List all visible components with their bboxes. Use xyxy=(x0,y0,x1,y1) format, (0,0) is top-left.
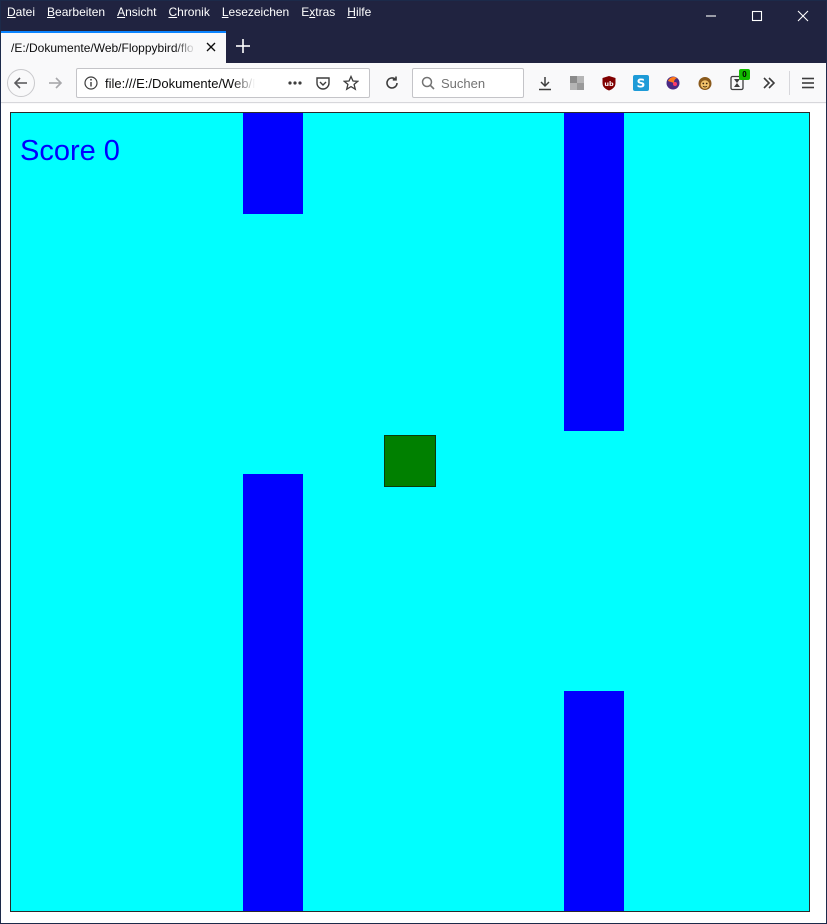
svg-text:ub: ub xyxy=(604,80,614,88)
url-text[interactable]: file:///E:/Dokumente/Web/Floppybird/flop… xyxy=(105,76,255,91)
menu-hilfe[interactable]: Hilfe xyxy=(347,5,371,19)
pipe-top-2 xyxy=(564,113,624,431)
pipe-top-1 xyxy=(243,113,303,214)
forward-button[interactable] xyxy=(41,69,69,97)
close-icon xyxy=(797,10,809,22)
svg-text:S: S xyxy=(637,77,646,91)
page-viewport: Score 0 xyxy=(1,104,826,923)
menu-bearbeiten[interactable]: Bearbeiten xyxy=(47,5,105,19)
menu-lesezeichen[interactable]: Lesezeichen xyxy=(222,5,289,19)
library-icon[interactable] xyxy=(567,73,587,93)
tab-title: /E:/Dokumente/Web/Floppybird/flo xyxy=(11,41,194,55)
greasemonkey-icon[interactable] xyxy=(695,73,715,93)
pocket-icon[interactable] xyxy=(309,73,337,93)
window-controls xyxy=(688,1,826,31)
search-input[interactable] xyxy=(441,75,519,91)
menu-datei[interactable]: Datei xyxy=(7,5,35,19)
maximize-button[interactable] xyxy=(734,1,780,31)
search-bar[interactable] xyxy=(412,68,524,98)
page-actions-icon[interactable] xyxy=(281,73,309,93)
tab-floppybird[interactable]: /E:/Dokumente/Web/Floppybird/flo xyxy=(1,31,226,63)
maximize-icon xyxy=(751,10,763,22)
score-label: Score xyxy=(20,135,96,167)
back-button[interactable] xyxy=(7,69,35,97)
menu-bar: Datei Bearbeiten Ansicht Chronik Lesezei… xyxy=(7,5,383,19)
extension-s-icon[interactable]: S xyxy=(631,73,651,93)
reload-icon xyxy=(386,76,398,89)
minimize-button[interactable] xyxy=(688,1,734,31)
hourglass-extension-icon[interactable]: 0 xyxy=(727,69,750,93)
menu-extras[interactable]: Extras xyxy=(301,5,335,19)
arrow-left-icon xyxy=(13,77,27,89)
bookmark-star-icon[interactable] xyxy=(337,73,365,93)
pipe-bottom-2 xyxy=(564,691,624,911)
firefox-extension-icon[interactable] xyxy=(663,73,683,93)
navigation-toolbar: file:///E:/Dokumente/Web/Floppybird/flop… xyxy=(1,63,826,103)
url-bar[interactable]: file:///E:/Dokumente/Web/Floppybird/flop… xyxy=(76,68,370,98)
downloads-icon[interactable] xyxy=(535,73,555,93)
menu-chronik[interactable]: Chronik xyxy=(168,5,209,19)
bird-player xyxy=(384,435,436,487)
menu-ansicht[interactable]: Ansicht xyxy=(117,5,156,19)
hamburger-menu-icon[interactable] xyxy=(798,73,818,93)
close-icon xyxy=(206,42,216,52)
score-value: 0 xyxy=(103,135,120,167)
search-icon xyxy=(421,76,435,90)
reload-button[interactable] xyxy=(378,69,406,97)
title-bar: Datei Bearbeiten Ansicht Chronik Lesezei… xyxy=(1,1,826,31)
score-display: Score 0 xyxy=(20,135,128,168)
ublock-origin-icon[interactable]: ub xyxy=(599,73,619,93)
extension-badge: 0 xyxy=(739,69,750,80)
tab-strip: /E:/Dokumente/Web/Floppybird/flo xyxy=(1,31,826,63)
info-icon[interactable] xyxy=(77,76,105,90)
new-tab-button[interactable] xyxy=(234,37,252,55)
close-window-button[interactable] xyxy=(780,1,826,31)
minimize-icon xyxy=(706,15,716,17)
url-actions xyxy=(281,73,365,93)
browser-window: Datei Bearbeiten Ansicht Chronik Lesezei… xyxy=(0,0,827,924)
plus-icon xyxy=(236,39,250,53)
game-canvas[interactable]: Score 0 xyxy=(10,112,810,912)
tab-close-button[interactable] xyxy=(204,40,218,54)
toolbar-separator xyxy=(789,71,790,95)
arrow-right-icon xyxy=(49,77,63,89)
pipe-bottom-1 xyxy=(243,474,303,911)
overflow-chevron-icon[interactable] xyxy=(759,73,779,93)
